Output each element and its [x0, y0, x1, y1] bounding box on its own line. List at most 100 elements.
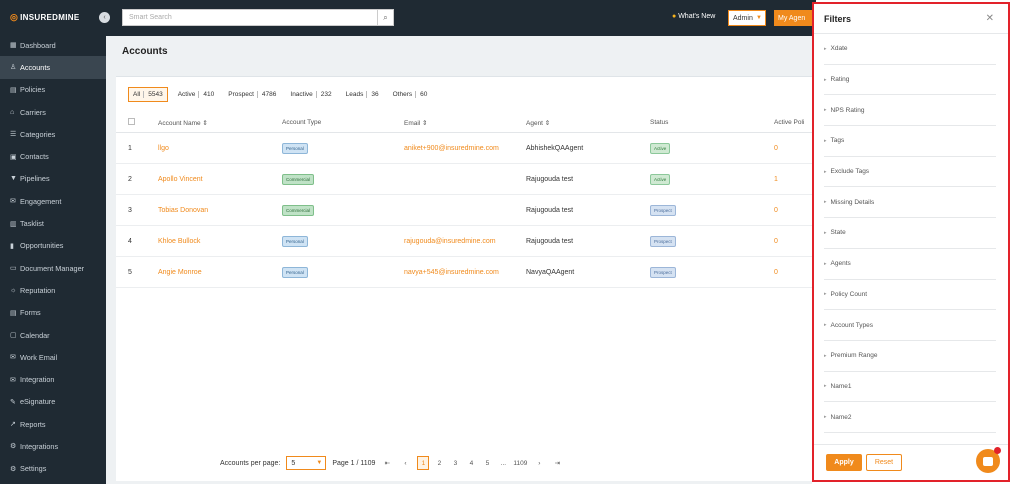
active-policies-link[interactable]: 0 [774, 207, 778, 214]
sidebar-item-integration[interactable]: ✉ Integration [0, 368, 106, 390]
tab-others[interactable]: Others 60 [389, 88, 432, 101]
sidebar-collapse-button[interactable]: ‹ [99, 12, 110, 23]
role-select[interactable]: Admin ▼ [728, 10, 766, 26]
page-2-button[interactable]: 2 [433, 456, 445, 470]
sidebar-item-policies[interactable]: ▤ Policies [0, 79, 106, 101]
filter-label: Exclude Tags [830, 168, 870, 176]
active-policies-link[interactable]: 0 [774, 145, 778, 152]
tab-prospect[interactable]: Prospect 4786 [224, 88, 280, 101]
filter-premium-range[interactable]: ▸ Premium Range [824, 341, 996, 372]
page-1-button[interactable]: 1 [417, 456, 430, 470]
accounts-icon: ♙ [10, 64, 17, 72]
header-agent[interactable]: Agent ⇕ [526, 119, 650, 127]
tab-active[interactable]: Active 410 [174, 88, 219, 101]
search-icon[interactable]: ⌕ [377, 10, 393, 25]
first-page-button[interactable]: ⇤ [381, 456, 393, 470]
account-name-link[interactable]: Khloe Bullock [158, 238, 200, 245]
active-policies-link[interactable]: 1 [774, 176, 778, 183]
sidebar-nav: ▦ Dashboard ♙ Accounts ▤ Policies ⌂ Carriers ☰ Ca… [0, 34, 106, 480]
sidebar-item-reports[interactable]: ↗ Reports [0, 413, 106, 435]
my-agency-button[interactable]: My Agen [774, 10, 816, 26]
filter-label: Policy Count [830, 290, 868, 298]
filter-nps-rating[interactable]: ▸ NPS Rating [824, 95, 996, 127]
email-link[interactable]: rajugouda@insuredmine.com [404, 238, 496, 245]
sidebar-item-label: Contacts [20, 152, 49, 162]
sidebar-item-carriers[interactable]: ⌂ Carriers [0, 101, 106, 123]
filter-account-types[interactable]: ▸ Account Types [824, 310, 996, 341]
next-page-button[interactable]: › [533, 456, 545, 470]
account-name-link[interactable]: llgo [158, 145, 169, 152]
filter-state[interactable]: ▸ State [824, 218, 996, 249]
sidebar-item-calendar[interactable]: ▢ Calendar [0, 324, 106, 346]
active-policies-link[interactable]: 0 [774, 269, 778, 276]
tab-inactive[interactable]: Inactive 232 [286, 88, 335, 101]
whats-new-link[interactable]: ● What's New [672, 13, 715, 20]
account-name-link[interactable]: Tobias Donovan [158, 207, 208, 214]
filter-name1[interactable]: ▸ Name1 [824, 372, 996, 403]
sidebar-item-settings[interactable]: ⚙ Settings [0, 458, 106, 480]
filter-tags[interactable]: ▸ Tags [824, 126, 996, 157]
email-link[interactable]: navya+545@insuredmine.com [404, 269, 499, 276]
accounts-card: All 5543 Active 410 Prospect 4786 Inactive 232 L… [116, 76, 812, 481]
sidebar-item-label: Forms [20, 308, 41, 318]
sidebar-item-label: Pipelines [20, 174, 50, 184]
filter-missing-details[interactable]: ▸ Missing Details [824, 187, 996, 219]
filter-rating[interactable]: ▸ Rating [824, 65, 996, 96]
sidebar-item-integrations[interactable]: ⚙ Integrations [0, 435, 106, 457]
row-index: 1 [128, 144, 132, 152]
prev-page-button[interactable]: ‹ [399, 456, 411, 470]
filter-exclude-tags[interactable]: ▸ Exclude Tags [824, 157, 996, 188]
filter-xdate[interactable]: ▸ Xdate [824, 34, 996, 65]
page-3-button[interactable]: 3 [449, 456, 461, 470]
sidebar-item-document-manager[interactable]: ▭ Document Manager [0, 257, 106, 279]
sidebar-item-dashboard[interactable]: ▦ Dashboard [0, 34, 106, 56]
pipelines-icon: ▼ [10, 175, 17, 183]
filter-name2[interactable]: ▸ Name2 [824, 402, 996, 433]
filter-agents[interactable]: ▸ Agents [824, 249, 996, 280]
page-1109-button[interactable]: 1109 [513, 456, 527, 470]
sidebar-item-label: Policies [20, 85, 46, 95]
brand-name: INSUREDMINE [20, 12, 80, 22]
role-select-value: Admin [733, 14, 753, 22]
sidebar-item-engagement[interactable]: ✉ Engagement [0, 190, 106, 212]
last-page-button[interactable]: ⇥ [551, 456, 563, 470]
close-icon[interactable]: ✕ [986, 13, 994, 24]
sidebar-item-tasklist[interactable]: ▥ Tasklist [0, 212, 106, 234]
sidebar-item-forms[interactable]: ▤ Forms [0, 302, 106, 324]
account-type-badge: Personal [282, 235, 308, 247]
page-4-button[interactable]: 4 [465, 456, 477, 470]
per-page-select[interactable]: 5 ▼ [286, 456, 327, 470]
account-name-link[interactable]: Angie Monroe [158, 269, 202, 276]
apply-button[interactable]: Apply [826, 454, 862, 471]
sidebar-item-pipelines[interactable]: ▼ Pipelines [0, 168, 106, 190]
table-header: Account Name ⇕ Account Type Email ⇕ Agen… [116, 113, 812, 133]
tab-count: 410 [198, 91, 214, 98]
header-email[interactable]: Email ⇕ [404, 119, 526, 127]
sidebar-item-categories[interactable]: ☰ Categories [0, 123, 106, 145]
select-all-checkbox[interactable] [128, 118, 135, 125]
account-type-badge: Commercial [282, 204, 315, 216]
reset-button[interactable]: Reset [866, 454, 902, 471]
active-policies-link[interactable]: 0 [774, 238, 778, 245]
sidebar-item-work-email[interactable]: ✉ Work Email [0, 346, 106, 368]
tasklist-icon: ▥ [10, 220, 17, 228]
brand-logo[interactable]: ◎ INSUREDMINE [0, 0, 106, 34]
sidebar-item-opportunities[interactable]: ▮ Opportunities [0, 235, 106, 257]
sidebar-item-reputation[interactable]: ☼ Reputation [0, 279, 106, 301]
sidebar-item-esignature[interactable]: ✎ eSignature [0, 391, 106, 413]
filter-label: Rating [830, 76, 850, 84]
smart-search-input[interactable]: Smart Search ⌕ [122, 9, 394, 26]
tab-leads[interactable]: Leads 36 [342, 88, 383, 101]
header-status: Status [650, 119, 669, 126]
filter-policy-count[interactable]: ▸ Policy Count [824, 280, 996, 311]
integration-icon: ✉ [10, 376, 16, 384]
sidebar-item-contacts[interactable]: ▣ Contacts [0, 145, 106, 167]
header-account-name[interactable]: Account Name ⇕ [158, 119, 282, 127]
account-name-link[interactable]: Apollo Vincent [158, 176, 203, 183]
tab-label: Inactive [290, 91, 313, 98]
page-5-button[interactable]: 5 [481, 456, 493, 470]
email-link[interactable]: aniket+900@insuredmine.com [404, 145, 499, 152]
sidebar-item-accounts[interactable]: ♙ Accounts [0, 56, 106, 79]
filter-label: Tags [830, 137, 845, 145]
tab-all[interactable]: All 5543 [128, 87, 168, 102]
